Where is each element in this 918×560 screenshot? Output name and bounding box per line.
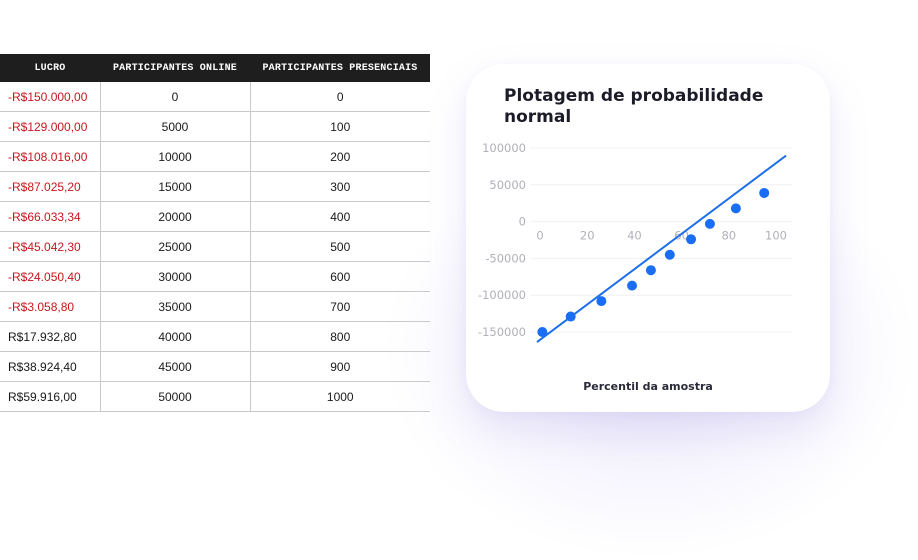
y-tick-label: 0 <box>519 215 526 229</box>
profit-table-container: LUCRO PARTICIPANTES ONLINE PARTICIPANTES… <box>0 54 430 412</box>
header-participantes-online: PARTICIPANTES ONLINE <box>100 54 250 82</box>
cell-lucro: -R$129.000,00 <box>0 111 101 142</box>
data-point <box>565 311 576 322</box>
cell-lucro: -R$45.042,30 <box>0 231 101 262</box>
cell-participantes-online: 15000 <box>100 171 251 202</box>
probability-plot: 100000500000-50000-100000-1500000 20 40 60 8… <box>478 141 792 343</box>
cell-lucro: -R$87.025,20 <box>0 171 101 202</box>
cell-participantes-presenciais: 0 <box>250 82 430 112</box>
data-point <box>730 203 741 214</box>
table-row: -R$45.042,30 25000 500 <box>0 231 430 262</box>
data-point <box>627 280 638 291</box>
x-axis-label: Percentil da amostra <box>583 380 713 393</box>
data-point <box>759 187 770 198</box>
y-tick-label: 100000 <box>482 141 526 155</box>
x-tick-label: 100 <box>765 229 787 243</box>
cell-lucro: R$17.932,80 <box>0 321 101 352</box>
y-tick-label: -150000 <box>478 325 526 339</box>
cell-participantes-online: 45000 <box>100 351 251 382</box>
data-point <box>645 265 656 276</box>
table-row: -R$3.058,80 35000 700 <box>0 291 430 322</box>
cell-participantes-online: 35000 <box>100 291 251 322</box>
cell-participantes-online: 5000 <box>100 111 251 142</box>
cell-participantes-online: 25000 <box>100 231 251 262</box>
cell-lucro: R$38.924,40 <box>0 351 101 382</box>
chart-card: Plotagem de probabilidade normal 100000 5… <box>466 64 830 412</box>
x-tick-label: 20 <box>580 229 595 243</box>
cell-participantes-presenciais: 100 <box>250 111 430 142</box>
cell-lucro: -R$66.033,34 <box>0 201 101 232</box>
cell-lucro: -R$3.058,80 <box>0 291 101 322</box>
x-tick-label: 80 <box>721 229 736 243</box>
data-point <box>537 327 548 337</box>
cell-lucro: -R$150.000,00 <box>0 82 101 112</box>
header-participantes-presenciais: PARTICIPANTES PRESENCIAIS <box>250 54 430 82</box>
y-tick-label: 50000 <box>489 178 526 192</box>
x-tick-label: 0 <box>536 229 543 243</box>
data-point <box>704 218 715 229</box>
table-row: R$17.932,80 40000 800 <box>0 321 430 352</box>
cell-participantes-online: 40000 <box>100 321 251 352</box>
profit-table: LUCRO PARTICIPANTES ONLINE PARTICIPANTES… <box>0 54 430 412</box>
cell-participantes-online: 50000 <box>100 381 251 412</box>
cell-participantes-online: 10000 <box>100 141 251 172</box>
cell-participantes-online: 20000 <box>100 201 251 232</box>
y-tick-label: -50000 <box>485 251 526 265</box>
table-row: R$59.916,00 50000 1000 <box>0 381 430 412</box>
table-row: -R$129.000,00 5000 100 <box>0 111 430 142</box>
cell-lucro: -R$24.050,40 <box>0 261 101 292</box>
cell-participantes-presenciais: 200 <box>250 141 430 172</box>
table-row: -R$150.000,00 0 0 <box>0 82 430 112</box>
cell-participantes-online: 30000 <box>100 261 251 292</box>
cell-participantes-presenciais: 300 <box>250 171 430 202</box>
cell-participantes-presenciais: 400 <box>250 201 430 232</box>
y-tick-label: -100000 <box>478 288 526 302</box>
table-row: -R$24.050,40 30000 600 <box>0 261 430 292</box>
x-tick-label: 40 <box>627 229 642 243</box>
cell-participantes-presenciais: 500 <box>250 231 430 262</box>
table-body: -R$150.000,00 0 0 -R$129.000,00 5000 100 -R$10… <box>0 82 430 412</box>
table-row: -R$66.033,34 20000 400 <box>0 201 430 232</box>
data-point <box>664 249 675 260</box>
data-point <box>596 296 607 307</box>
cell-lucro: R$59.916,00 <box>0 381 101 412</box>
cell-lucro: -R$108.016,00 <box>0 141 101 172</box>
header-lucro: LUCRO <box>0 54 100 82</box>
table-row: -R$108.016,00 10000 200 <box>0 141 430 172</box>
table-header-row: LUCRO PARTICIPANTES ONLINE PARTICIPANTES… <box>0 54 430 82</box>
cell-participantes-online: 0 <box>100 82 251 112</box>
table-row: -R$87.025,20 15000 300 <box>0 171 430 202</box>
table-row: R$38.924,40 45000 900 <box>0 351 430 382</box>
data-point <box>686 234 697 245</box>
